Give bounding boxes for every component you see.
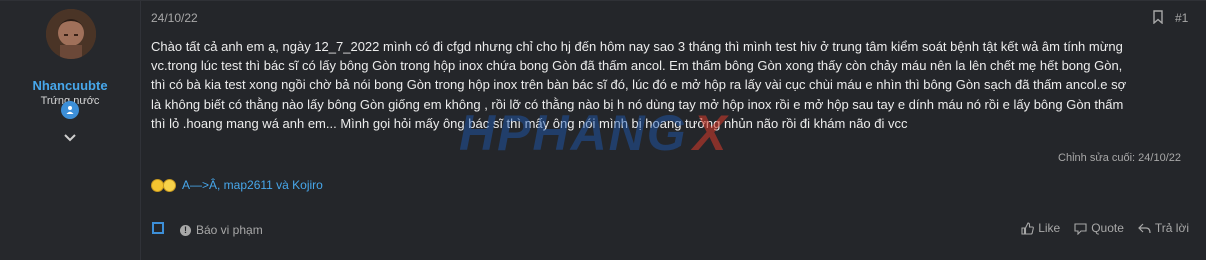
post-line: vc.trong lúc test thì bác sĩ có lấy bông…	[151, 58, 1123, 74]
last-edited: Chỉnh sửa cuối: 24/10/22	[1058, 152, 1181, 164]
post-date[interactable]: 24/10/22	[151, 11, 198, 25]
reply-button[interactable]: Trả lời	[1138, 221, 1189, 235]
post-body: Chào tất cả anh em ạ, ngày 12_7_2022 mìn…	[151, 37, 1191, 133]
quote-icon	[1074, 222, 1087, 235]
thumbs-up-icon	[1021, 221, 1035, 235]
bookmark-icon[interactable]	[1152, 10, 1164, 25]
user-badge-icon	[61, 101, 79, 119]
user-sidebar: Nhancuubte Trứng nước	[0, 1, 141, 260]
quote-button[interactable]: Quote	[1074, 221, 1124, 235]
report-button[interactable]: ! Báo vi phạm	[180, 223, 263, 237]
reply-icon	[1138, 223, 1151, 233]
user-avatar[interactable]	[46, 9, 96, 59]
post-line: thì lỏ .hoang mang wá anh em... Mình gọi…	[151, 115, 908, 131]
select-checkbox[interactable]	[152, 222, 164, 234]
wow-reaction-icon	[163, 178, 176, 192]
post-line: là không biết có thằng nào lấy bông Gòn …	[151, 96, 1124, 112]
username[interactable]: Nhancuubte	[0, 78, 140, 93]
post-line: thì có bà kia test xong ngồi chờ bả nói …	[151, 77, 1127, 93]
post-line: Chào tất cả anh em ạ, ngày 12_7_2022 mìn…	[151, 39, 1123, 54]
reply-label: Trả lời	[1154, 221, 1189, 235]
report-label: Báo vi phạm	[196, 223, 263, 237]
quote-label: Quote	[1091, 221, 1124, 235]
like-label: Like	[1038, 221, 1061, 235]
reaction-users[interactable]: A—>Â, map2611 và Kojiro	[182, 178, 323, 192]
forum-post: Nhancuubte Trứng nước 24/10/22 #1 Chào t…	[0, 0, 1206, 260]
chevron-down-icon[interactable]	[61, 129, 79, 147]
like-button[interactable]: Like	[1021, 221, 1060, 235]
post-actions: Like Quote Trả lời	[1021, 221, 1189, 235]
reactions-bar: A—>Â, map2611 và Kojiro	[151, 177, 323, 193]
post-number[interactable]: #1	[1175, 11, 1188, 25]
info-icon: !	[180, 224, 191, 236]
